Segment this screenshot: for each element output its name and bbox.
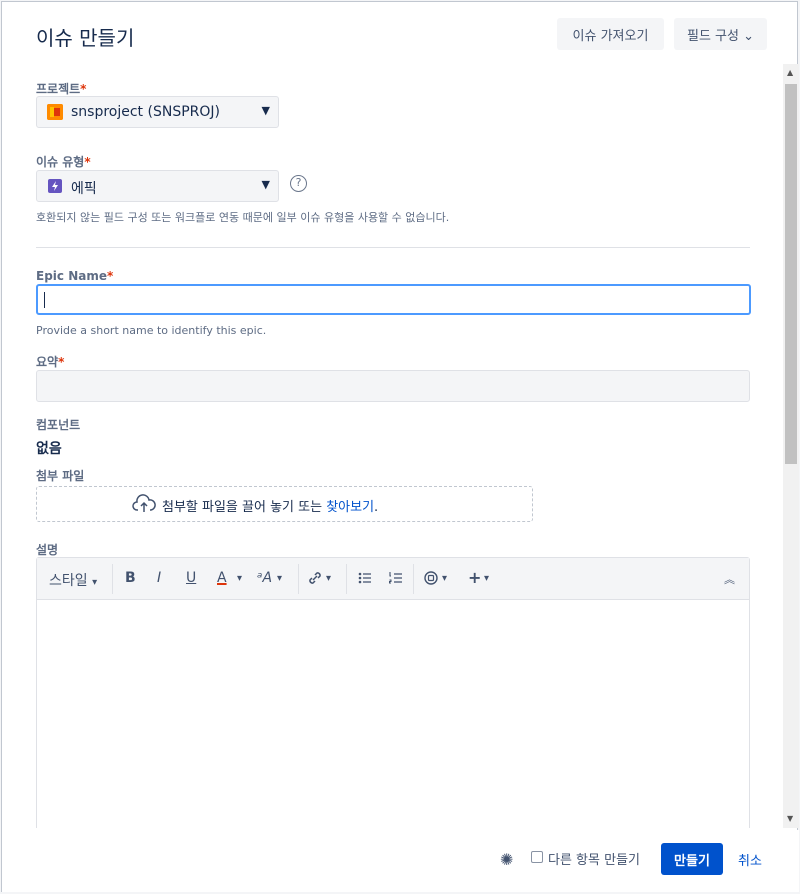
required-marker: *	[106, 269, 114, 283]
dialog-footer: ✺ 다른 항목 만들기 만들기 취소	[2, 830, 799, 892]
style-dropdown-label: 스타일	[49, 573, 88, 589]
chevron-down-icon: ▾	[92, 577, 98, 588]
dialog-title: 이슈 만들기	[36, 26, 135, 50]
epic-name-hint: Provide a short name to identify this ep…	[36, 324, 267, 337]
summary-label: 요약*	[36, 355, 65, 369]
create-issue-dialog: 이슈 만들기 이슈 가져오기 필드 구성 ⌄ 프로젝트* snsproject …	[1, 1, 799, 892]
collapse-toolbar-icon[interactable]: ︽	[724, 571, 735, 587]
bold-button[interactable]: B	[125, 570, 136, 586]
browse-link[interactable]: 찾아보기	[326, 500, 374, 515]
create-another-label[interactable]: 다른 항목 만들기	[548, 849, 640, 868]
help-icon[interactable]: ?	[290, 175, 307, 192]
underline-button[interactable]: U	[186, 570, 196, 586]
dropzone-text: 첨부할 파일을 끌어 놓기 또는 찾아보기.	[162, 496, 378, 515]
chevron-down-icon[interactable]: ▾	[442, 573, 447, 584]
vertical-scrollbar[interactable]: ▲ ▼	[783, 64, 799, 828]
chevron-down-icon[interactable]: ▾	[237, 573, 242, 584]
insert-plus-icon[interactable]: +	[468, 568, 481, 587]
issue-type-select-value: 에픽	[71, 181, 97, 197]
scrollbar-thumb[interactable]	[785, 84, 797, 464]
project-label: 프로젝트*	[36, 82, 87, 96]
project-select[interactable]: snsproject (SNSPROJ) ▼	[36, 96, 279, 128]
toolbar-separator	[112, 564, 113, 594]
components-label: 컴포넌트	[36, 418, 81, 432]
issue-type-select[interactable]: 에픽 ▼	[36, 170, 279, 202]
epic-name-label: Epic Name*	[36, 269, 114, 283]
epic-icon	[47, 178, 63, 194]
configure-fields-button[interactable]: 필드 구성 ⌄	[674, 18, 767, 50]
description-editor[interactable]: 스타일 ▾ B I U A ▾ ᵃA ▾ ▾ ▾ + ▾ ︽	[36, 557, 750, 828]
summary-input[interactable]	[36, 370, 750, 402]
attachment-label: 첨부 파일	[36, 469, 85, 483]
section-divider	[36, 247, 750, 248]
text-color-button[interactable]: A	[217, 570, 227, 586]
italic-button[interactable]: I	[157, 570, 161, 586]
create-button[interactable]: 만들기	[661, 843, 723, 875]
scroll-down-arrow-icon[interactable]: ▼	[787, 814, 793, 823]
required-marker: *	[84, 155, 91, 169]
dropzone-instructions: 첨부할 파일을 끌어 놓기 또는	[162, 500, 323, 515]
scroll-up-arrow-icon[interactable]: ▲	[787, 68, 793, 77]
project-select-value: snsproject (SNSPROJ)	[71, 104, 220, 120]
chevron-down-icon[interactable]: ▾	[326, 573, 331, 584]
attachment-dropzone[interactable]: 첨부할 파일을 끌어 놓기 또는 찾아보기.	[36, 486, 533, 522]
chevron-down-icon: ▼	[261, 104, 270, 117]
link-icon[interactable]	[307, 570, 323, 590]
cancel-link[interactable]: 취소	[738, 850, 762, 869]
toolbar-separator	[346, 564, 347, 594]
epic-name-input[interactable]	[36, 284, 751, 315]
issue-type-label: 이슈 유형*	[36, 155, 91, 169]
chevron-down-icon[interactable]: ▾	[277, 573, 282, 584]
toolbar-separator	[413, 564, 414, 594]
style-dropdown[interactable]: 스타일 ▾	[49, 570, 97, 590]
description-label: 설명	[36, 543, 59, 557]
editor-toolbar: 스타일 ▾ B I U A ▾ ᵃA ▾ ▾ ▾ + ▾ ︽	[37, 558, 749, 600]
chevron-down-icon: ▼	[261, 178, 270, 191]
required-marker: *	[80, 82, 87, 96]
text-caret	[44, 292, 45, 308]
upload-cloud-icon	[132, 494, 156, 518]
bullet-list-icon[interactable]	[357, 570, 373, 590]
required-marker: *	[58, 355, 65, 369]
dialog-body[interactable]: 프로젝트* snsproject (SNSPROJ) ▼ 이슈 유형* 에픽 ▼…	[2, 62, 782, 828]
issue-type-hint: 호환되지 않는 필드 구성 또는 워크플로 연동 때문에 일부 이슈 유형을 사…	[36, 211, 450, 224]
toolbar-separator	[298, 564, 299, 594]
project-avatar-icon	[47, 104, 63, 120]
components-value[interactable]: 없음	[36, 438, 62, 458]
chevron-down-icon[interactable]: ▾	[484, 573, 489, 584]
import-issues-button[interactable]: 이슈 가져오기	[557, 18, 664, 50]
emoji-icon[interactable]	[423, 570, 439, 590]
loading-spinner-icon: ✺	[500, 850, 514, 869]
dropzone-period: .	[374, 500, 379, 515]
text-size-button[interactable]: ᵃA	[257, 570, 272, 586]
numbered-list-icon[interactable]	[388, 570, 404, 590]
create-another-checkbox[interactable]	[531, 851, 543, 863]
